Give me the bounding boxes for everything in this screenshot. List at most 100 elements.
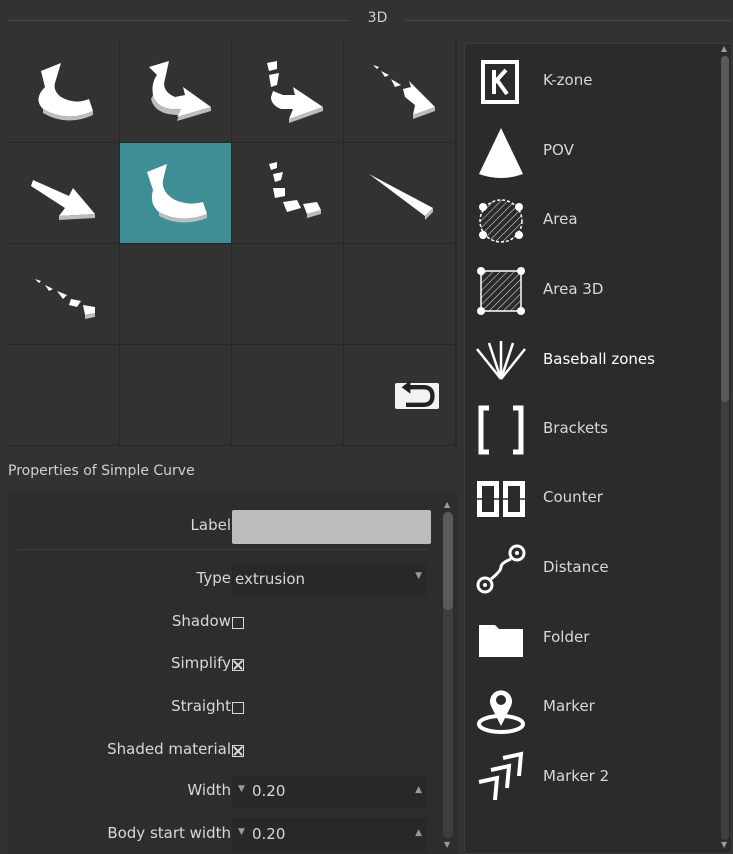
shape-cell[interactable] [8,143,119,243]
header-rule-right [405,20,730,21]
shape-cell-empty[interactable] [344,345,455,445]
list-item-label: Area [543,210,578,228]
segmented-curve-arrow-icon [266,61,323,123]
scroll-thumb[interactable] [721,56,729,402]
increment-arrow-icon[interactable]: ▲ [415,828,422,838]
shape-cell-empty[interactable] [344,244,455,344]
body-start-width-label: Body start width [107,824,231,842]
type-value: extrusion [235,570,306,588]
list-item-label: Distance [543,558,609,576]
list-item-baseball-zones[interactable]: Baseball zones [465,327,715,393]
label-input[interactable] [232,510,431,544]
curved-arrow-head-icon [148,61,211,121]
shape-cell-empty[interactable] [8,345,119,445]
list-item-label: Marker 2 [543,767,610,785]
section-title: 3D [367,10,388,26]
list-item-marker-2[interactable]: Marker 2 [465,744,715,810]
app-window: 3D Properties of Simple Curve Label Type… [0,0,733,854]
object-list-scrollbar[interactable]: ▲ ▼ [718,44,731,853]
body-start-width-stepper[interactable]: ▼ 0.20 ▲ [232,818,427,852]
list-item-area-3d[interactable]: Area 3D [465,257,715,323]
type-label: Type [196,569,231,587]
scroll-up-icon[interactable]: ▲ [444,500,450,509]
shape-cell[interactable] [232,42,343,142]
chevron-down-icon: ▼ [415,571,422,581]
shadow-row: Shadow [8,606,438,638]
list-item-label: Area 3D [543,280,604,298]
list-item-pov[interactable]: POV [465,118,715,184]
scroll-up-icon[interactable]: ▲ [721,44,727,53]
shadow-checkbox[interactable] [232,617,244,629]
scroll-thumb[interactable] [443,512,453,610]
width-label: Width [187,781,231,799]
list-item-marker[interactable]: Marker [465,674,715,740]
list-item-label: Brackets [543,419,608,437]
scroll-down-icon[interactable]: ▼ [721,840,727,849]
properties-title: Properties of Simple Curve [8,463,195,479]
shadow-label: Shadow [171,612,231,630]
marker-pin-icon [477,690,525,734]
shape-cell[interactable] [8,244,119,344]
simplify-row: Simplify [8,648,438,680]
shape-cell-selected[interactable] [120,143,231,243]
list-item-counter[interactable]: Counter [465,465,715,531]
folder-icon [479,625,523,657]
list-item-k-zone[interactable]: K-zone [465,48,715,114]
increment-arrow-icon[interactable]: ▲ [415,785,422,795]
object-list-panel: K-zone POV Area Area 3D Baseball zones B… [464,43,732,854]
shape-cell-empty[interactable] [232,244,343,344]
body-start-width-value: 0.20 [252,825,286,843]
type-row: Type extrusion ▼ [8,563,438,597]
simple-curve-icon [146,164,207,223]
list-item-distance[interactable]: Distance [465,535,715,601]
straight-label: Straight [171,697,231,715]
undo-button[interactable] [395,380,439,409]
list-item-label: K-zone [543,71,593,89]
decrement-arrow-icon[interactable]: ▼ [238,827,245,837]
shaded-material-label: Shaded material [107,740,231,758]
shape-cell[interactable] [344,143,455,243]
header: 3D [0,0,733,40]
wedge-icon [368,174,433,220]
list-item-label: Marker [543,697,595,715]
straight-arrow-icon [30,180,95,220]
width-value: 0.20 [252,782,286,800]
list-item-area[interactable]: Area [465,187,715,253]
dashed-straight-arrow-icon [372,65,435,119]
curved-arrow-icon [37,63,93,121]
shape-cell-empty[interactable] [120,345,231,445]
scroll-down-icon[interactable]: ▼ [444,840,450,849]
kzone-icon [481,60,519,104]
width-row: Width ▼ 0.20 ▲ [8,775,438,809]
brackets-icon [478,405,524,455]
distance-icon [476,544,526,594]
shape-cell[interactable] [8,42,119,142]
shape-cell[interactable] [232,143,343,243]
list-item-brackets[interactable]: Brackets [465,396,715,462]
area-3d-square-icon [477,267,525,315]
simplify-label: Simplify [170,654,231,672]
divider [18,549,428,550]
straight-checkbox[interactable] [232,702,244,714]
label-field-label: Label [190,516,231,534]
decrement-arrow-icon[interactable]: ▼ [238,784,245,794]
baseball-zones-icon [476,341,526,380]
segmented-curve-icon [268,162,321,218]
straight-row: Straight [8,691,438,723]
counter-icon [477,481,525,517]
shape-cell-empty[interactable] [232,345,343,445]
undo-arrow-icon [401,380,435,407]
shaded-material-row: Shaded material [8,734,438,766]
shape-cell[interactable] [344,42,455,142]
shaded-material-checkbox[interactable] [232,745,244,757]
list-item-folder[interactable]: Folder [465,605,715,671]
simplify-checkbox[interactable] [232,659,244,671]
shape-cell[interactable] [120,42,231,142]
list-item-label: Folder [543,628,590,646]
width-stepper[interactable]: ▼ 0.20 ▲ [232,775,427,809]
shape-cell-empty[interactable] [120,244,231,344]
properties-scrollbar[interactable]: ▲ ▼ [441,500,455,850]
list-item-label: Counter [543,488,603,506]
type-select[interactable]: extrusion ▼ [232,563,427,597]
body-start-width-row: Body start width ▼ 0.20 ▲ [8,818,438,852]
